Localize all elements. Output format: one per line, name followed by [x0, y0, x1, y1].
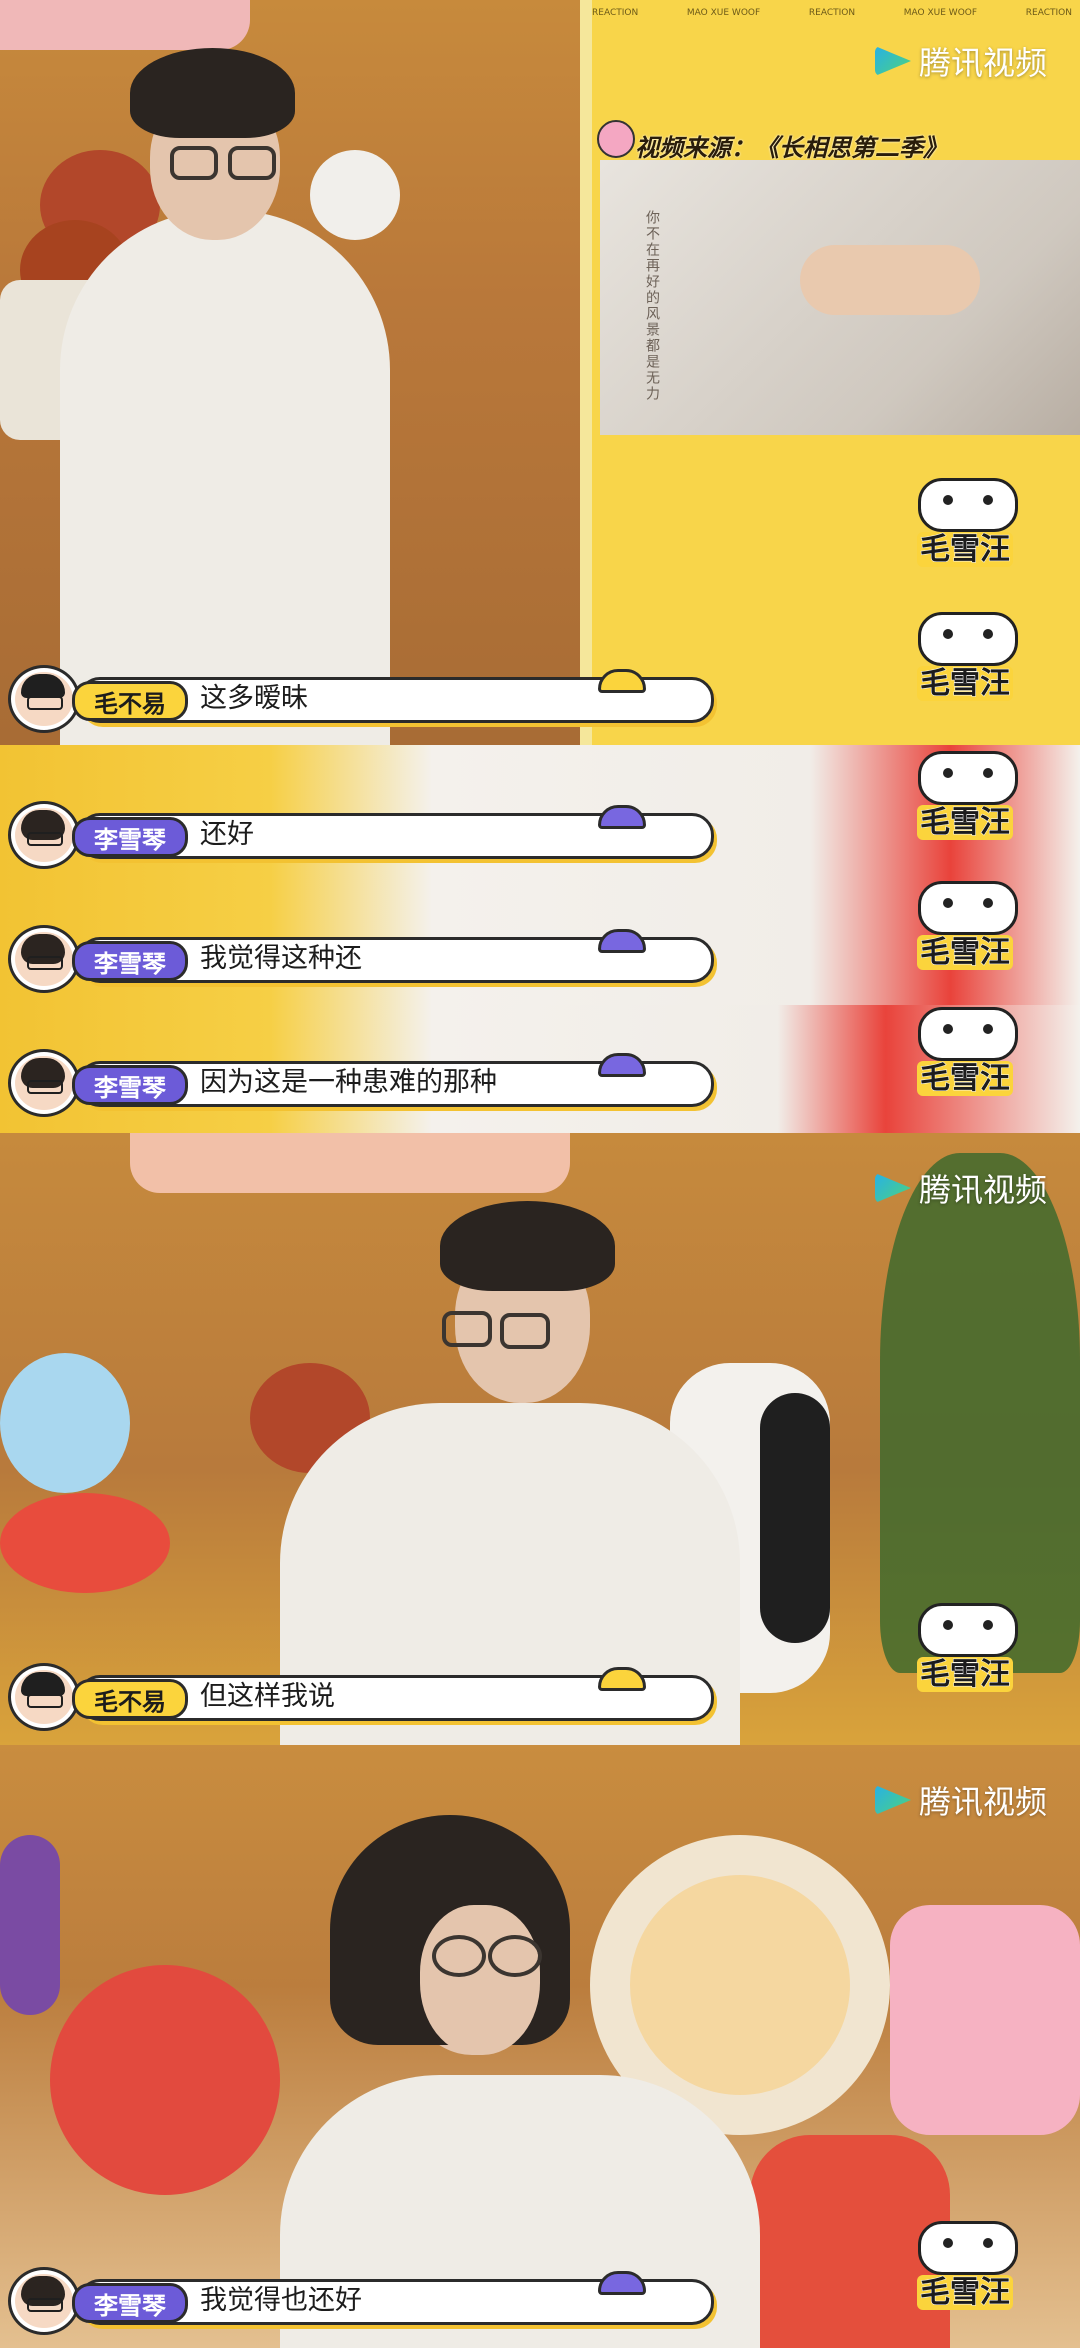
watermelon-pillow	[0, 1493, 170, 1593]
avatar-li-xueqin	[8, 1049, 80, 1117]
subtitle-text: 但这样我说	[200, 1681, 335, 1712]
speaker-tag: 李雪琴	[72, 817, 188, 857]
tencent-video-logo: 腾讯视频	[875, 1777, 1047, 1823]
pink-wing-pillow	[890, 1905, 1080, 2135]
maoxuewang-logo: 毛雪汪	[910, 881, 1020, 991]
tencent-video-icon	[875, 46, 911, 76]
frame-1: REACTION MAO XUE WOOF REACTION MAO XUE W…	[0, 0, 1080, 745]
maoxuewang-logo: 毛雪汪	[910, 478, 1020, 588]
tencent-video-icon	[875, 1173, 911, 1203]
panda-plush	[310, 150, 400, 240]
frame-4: 毛雪汪 李雪琴 因为这是一种患难的那种	[0, 1005, 1080, 1133]
frame-6: 腾讯视频 毛雪汪 李雪琴 我觉得也还好	[0, 1745, 1080, 2348]
subtitle-text: 我觉得这种还	[200, 943, 362, 974]
maoxuewang-logo: 毛雪汪	[910, 2221, 1020, 2331]
glasses-right	[488, 1935, 542, 1977]
clip-ticker-top: REACTION MAO XUE WOOF REACTION MAO XUE W…	[592, 8, 1072, 18]
subtitle-4: 李雪琴 因为这是一种患难的那种	[8, 1049, 714, 1117]
avatar-mao-buyi	[8, 1663, 80, 1731]
maoxuewang-text: 毛雪汪	[917, 805, 1013, 841]
host-hair	[440, 1201, 615, 1291]
avatar-li-xueqin	[8, 2267, 80, 2335]
subtitle-text: 我觉得也还好	[200, 2285, 362, 2316]
glasses-right	[228, 146, 276, 180]
plant	[880, 1153, 1080, 1673]
drama-hands	[800, 245, 980, 315]
avatar-mao-buyi	[8, 665, 80, 733]
maoxuewang-text: 毛雪汪	[917, 1657, 1013, 1693]
source-mascot-icon	[597, 120, 635, 158]
maoxuewang-text: 毛雪汪	[917, 935, 1013, 971]
avatar-li-xueqin	[8, 925, 80, 993]
tencent-video-icon	[875, 1785, 911, 1815]
host-hair	[130, 48, 295, 138]
subtitle-6: 李雪琴 我觉得也还好	[8, 2267, 714, 2335]
drama-caption: 你不在再好的风景都是无力	[644, 210, 660, 402]
subtitle-3: 李雪琴 我觉得这种还	[8, 925, 714, 993]
ticker-item: MAO XUE WOOF	[686, 8, 761, 18]
ticker-item: REACTION	[808, 8, 856, 18]
maoxuewang-logo: 毛雪汪	[910, 1603, 1020, 1713]
speaker-tag: 毛不易	[72, 681, 188, 721]
glasses-left	[432, 1935, 486, 1977]
ticker-item: MAO XUE WOOF	[903, 8, 978, 18]
frame-2: 毛雪汪 李雪琴 还好	[0, 745, 1080, 875]
glasses-right	[500, 1313, 550, 1349]
hat-icon	[598, 805, 646, 829]
tencent-video-text: 腾讯视频	[919, 44, 1048, 82]
hat-icon	[598, 669, 646, 693]
ticker-item: REACTION	[592, 8, 639, 18]
hat-icon	[598, 2271, 646, 2295]
wall-poster	[0, 0, 250, 50]
subtitle-1: 毛不易 这多暧昧	[8, 665, 714, 733]
blue-plush	[0, 1353, 130, 1493]
speaker-tag: 李雪琴	[72, 941, 188, 981]
frame-5: 腾讯视频 毛雪汪 毛不易 但这样我说	[0, 1133, 1080, 1745]
speaker-tag: 李雪琴	[72, 1065, 188, 1105]
hat-icon	[598, 929, 646, 953]
ticker-item: REACTION	[1025, 8, 1072, 18]
maoxuewang-logo: 毛雪汪	[910, 1007, 1020, 1117]
maoxuewang-text: 毛雪汪	[917, 2275, 1013, 2311]
subtitle-text: 还好	[200, 819, 254, 850]
subtitle-text: 这多暧昧	[200, 683, 308, 714]
speaker-tag: 李雪琴	[72, 2283, 188, 2323]
guest-face-front	[420, 1905, 540, 2055]
clip-source-label: 视频来源：《长相思第二季》	[635, 134, 947, 162]
subtitle-5: 毛不易 但这样我说	[8, 1663, 714, 1731]
hat-icon	[598, 1053, 646, 1077]
panda-arm	[760, 1393, 830, 1643]
hat-icon	[598, 1667, 646, 1691]
maoxuewang-logo: 毛雪汪	[910, 612, 1020, 722]
tencent-video-logo: 腾讯视频	[875, 38, 1047, 84]
maoxuewang-text: 毛雪汪	[917, 666, 1013, 702]
glasses-left	[442, 1311, 492, 1347]
maoxuewang-logo: 毛雪汪	[910, 751, 1020, 861]
subtitle-text: 因为这是一种患难的那种	[200, 1067, 497, 1098]
wall-poster	[130, 1133, 570, 1193]
tencent-video-text: 腾讯视频	[919, 1171, 1048, 1209]
speaker-tag: 毛不易	[72, 1679, 188, 1719]
glasses-left	[170, 146, 218, 180]
drama-clip: 你不在再好的风景都是无力	[600, 160, 1080, 435]
subtitle-2: 李雪琴 还好	[8, 801, 714, 869]
tencent-video-text: 腾讯视频	[919, 1783, 1048, 1821]
frame-3: 毛雪汪 李雪琴 我觉得这种还	[0, 875, 1080, 1005]
tomato-plush	[50, 1965, 280, 2195]
maoxuewang-text: 毛雪汪	[917, 532, 1013, 568]
purple-plush	[0, 1835, 60, 2015]
tencent-video-logo: 腾讯视频	[875, 1165, 1047, 1211]
maoxuewang-text: 毛雪汪	[917, 1061, 1013, 1097]
avatar-li-xueqin	[8, 801, 80, 869]
